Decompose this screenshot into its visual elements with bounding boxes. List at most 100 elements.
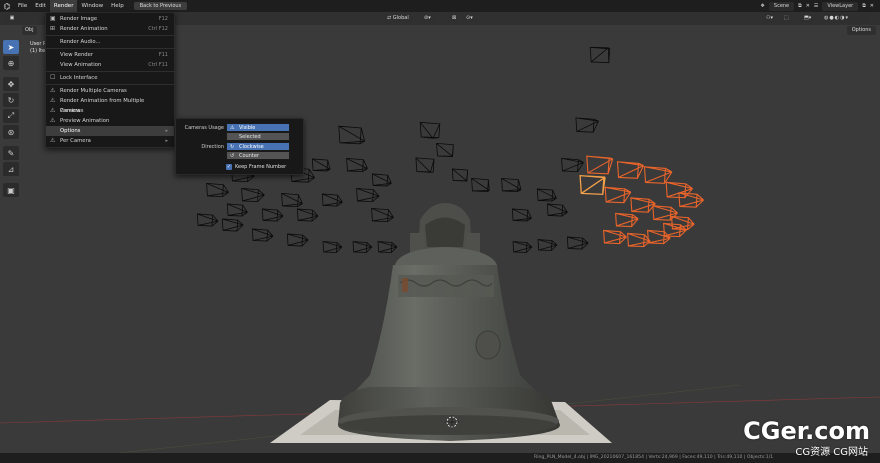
cameras-usage-selected-option[interactable]: Selected — [226, 132, 290, 141]
selected-camera-frustum[interactable] — [652, 205, 678, 221]
selected-camera-frustums[interactable] — [579, 155, 704, 248]
camera-frustum[interactable] — [415, 157, 435, 173]
selected-camera-frustum[interactable] — [647, 229, 671, 245]
menu-item-view-render[interactable]: View Render F11 — [46, 50, 174, 60]
close-icon[interactable]: ✕ — [806, 3, 810, 9]
back-to-previous-button[interactable]: Back to Previous — [133, 2, 188, 10]
camera-frustum[interactable] — [546, 203, 568, 217]
camera-frustum[interactable] — [451, 168, 469, 182]
selected-camera-frustum[interactable] — [604, 186, 632, 204]
camera-frustum[interactable] — [346, 157, 368, 173]
camera-frustum[interactable] — [471, 177, 490, 193]
menu-file[interactable]: File — [14, 0, 31, 12]
menu-item-render-animation-multiple-cameras[interactable]: ⚠ Render Animation from Multiple Cameras — [46, 96, 174, 114]
transform-tool-icon[interactable]: ⊛ — [3, 125, 19, 139]
selected-camera-frustum[interactable] — [603, 229, 627, 245]
blender-logo-icon[interactable]: ⌬ — [0, 0, 14, 12]
snap-icon[interactable]: ⊠ — [448, 14, 461, 23]
selected-camera-frustum[interactable] — [627, 232, 651, 248]
scale-tool-icon[interactable]: ⤢ — [3, 109, 19, 123]
menu-item-render-audio[interactable]: Render Audio... — [46, 37, 174, 47]
editor-type-icon[interactable]: ▣ — [4, 14, 20, 23]
camera-frustum[interactable] — [241, 187, 265, 203]
copy-icon[interactable]: ⧉ — [798, 3, 802, 9]
camera-frustum[interactable] — [511, 208, 532, 222]
camera-frustum[interactable] — [575, 117, 599, 133]
selected-camera-frustum[interactable] — [643, 166, 673, 184]
direction-counter-option[interactable]: ↺ Counter — [226, 151, 290, 160]
orientation-selector[interactable]: ⇄ Global — [383, 14, 413, 23]
selected-camera-frustum[interactable] — [616, 161, 645, 179]
menu-item-options[interactable]: Options ▸ — [46, 126, 174, 136]
annotate-tool-icon[interactable]: ✎ — [3, 146, 19, 160]
camera-frustum[interactable] — [537, 239, 558, 251]
camera-frustum[interactable] — [436, 142, 454, 158]
camera-frustum[interactable] — [371, 173, 392, 187]
proportional-edit-icon[interactable]: ⊙▾ — [462, 14, 477, 23]
selected-camera-frustum[interactable] — [615, 212, 639, 228]
camera-frustum[interactable] — [352, 241, 373, 253]
camera-frustum[interactable] — [501, 177, 522, 193]
cursor-tool-icon[interactable]: ⊕ — [3, 56, 19, 70]
camera-frustum[interactable] — [311, 158, 331, 172]
menu-item-per-camera[interactable]: ⚠ Per Camera ▸ — [46, 136, 174, 146]
visibility-icon[interactable]: ⚇▾ — [762, 14, 777, 23]
selected-camera-frustum[interactable] — [678, 192, 704, 208]
bell-model[interactable] — [338, 203, 560, 441]
rotate-tool-icon[interactable]: ↻ — [3, 93, 19, 107]
gizmo-icon[interactable]: ⬚ — [780, 14, 793, 23]
selected-camera-frustum[interactable] — [586, 155, 614, 175]
camera-frustum[interactable] — [371, 207, 394, 223]
menu-render[interactable]: Render — [49, 0, 78, 12]
shading-modes-icon[interactable]: ◍●◐◑▾ — [820, 14, 870, 23]
scene-selector[interactable]: Scene — [768, 1, 795, 11]
camera-frustum[interactable] — [281, 192, 303, 208]
keep-frame-number-checkbox[interactable]: ✓ Keep Frame Number — [226, 163, 286, 171]
camera-frustum[interactable] — [322, 241, 343, 253]
menu-item-view-animation[interactable]: View Animation Ctrl F11 — [46, 60, 174, 70]
camera-frustum[interactable] — [261, 208, 284, 222]
selected-camera-frustum[interactable] — [630, 197, 656, 213]
camera-frustum[interactable] — [286, 233, 309, 247]
add-cube-tool-icon[interactable]: ▣ — [3, 183, 19, 197]
menu-help[interactable]: Help — [107, 0, 128, 12]
camera-frustum[interactable] — [321, 193, 343, 207]
scene-icon[interactable]: ❖ — [760, 3, 764, 9]
move-tool-icon[interactable]: ✥ — [3, 77, 19, 91]
select-tool-icon[interactable]: ➤ — [3, 40, 19, 54]
measure-tool-icon[interactable]: ⊿ — [3, 162, 19, 176]
cameras-usage-visible-option[interactable]: ⚠ Visible — [226, 123, 290, 132]
close-layer-icon[interactable]: ✕ — [870, 3, 874, 9]
camera-frustum[interactable] — [356, 187, 380, 203]
view-layer-selector[interactable]: ViewLayer — [822, 1, 859, 11]
menu-item-preview[interactable]: ⚠ Preview — [46, 106, 174, 116]
menu-item-lock-interface[interactable]: ☐ Lock Interface — [46, 73, 174, 83]
active-camera-frustum[interactable] — [579, 174, 606, 196]
camera-frustum[interactable] — [536, 188, 557, 202]
menu-item-preview-animation[interactable]: ⚠ Preview Animation — [46, 116, 174, 126]
object-mode-selector[interactable]: Obj — [22, 26, 37, 35]
menu-edit[interactable]: Edit — [31, 0, 50, 12]
camera-frustum[interactable] — [226, 203, 248, 217]
camera-frustum[interactable] — [338, 125, 366, 145]
camera-frustum[interactable] — [561, 157, 584, 173]
camera-frustum[interactable] — [377, 241, 398, 253]
menu-window[interactable]: Window — [77, 0, 107, 12]
menu-item-render-image[interactable]: ▣ Render Image F12 — [46, 14, 174, 24]
copy-layer-icon[interactable]: ⧉ — [862, 3, 866, 9]
direction-clockwise-option[interactable]: ↻ Clockwise — [226, 142, 290, 151]
camera-frustum[interactable] — [296, 208, 319, 222]
view-layer-icon[interactable]: ☰ — [814, 3, 818, 9]
pivot-icon[interactable]: ⊘▾ — [420, 14, 435, 23]
overlays-icon[interactable]: ⬒▾ — [800, 14, 816, 23]
viewport-options-button[interactable]: Options — [846, 26, 876, 35]
camera-frustum[interactable] — [589, 46, 611, 64]
camera-frustum[interactable] — [419, 121, 441, 139]
camera-frustum[interactable] — [566, 236, 589, 250]
active-camera[interactable] — [579, 174, 606, 196]
menu-item-render-multiple-cameras[interactable]: ⚠ Render Multiple Cameras — [46, 86, 174, 96]
menu-item-render-animation[interactable]: ⊞ Render Animation Ctrl F12 — [46, 24, 174, 34]
camera-frustum[interactable] — [206, 182, 229, 198]
camera-frustum[interactable] — [221, 218, 244, 232]
camera-frustum[interactable] — [196, 213, 219, 227]
